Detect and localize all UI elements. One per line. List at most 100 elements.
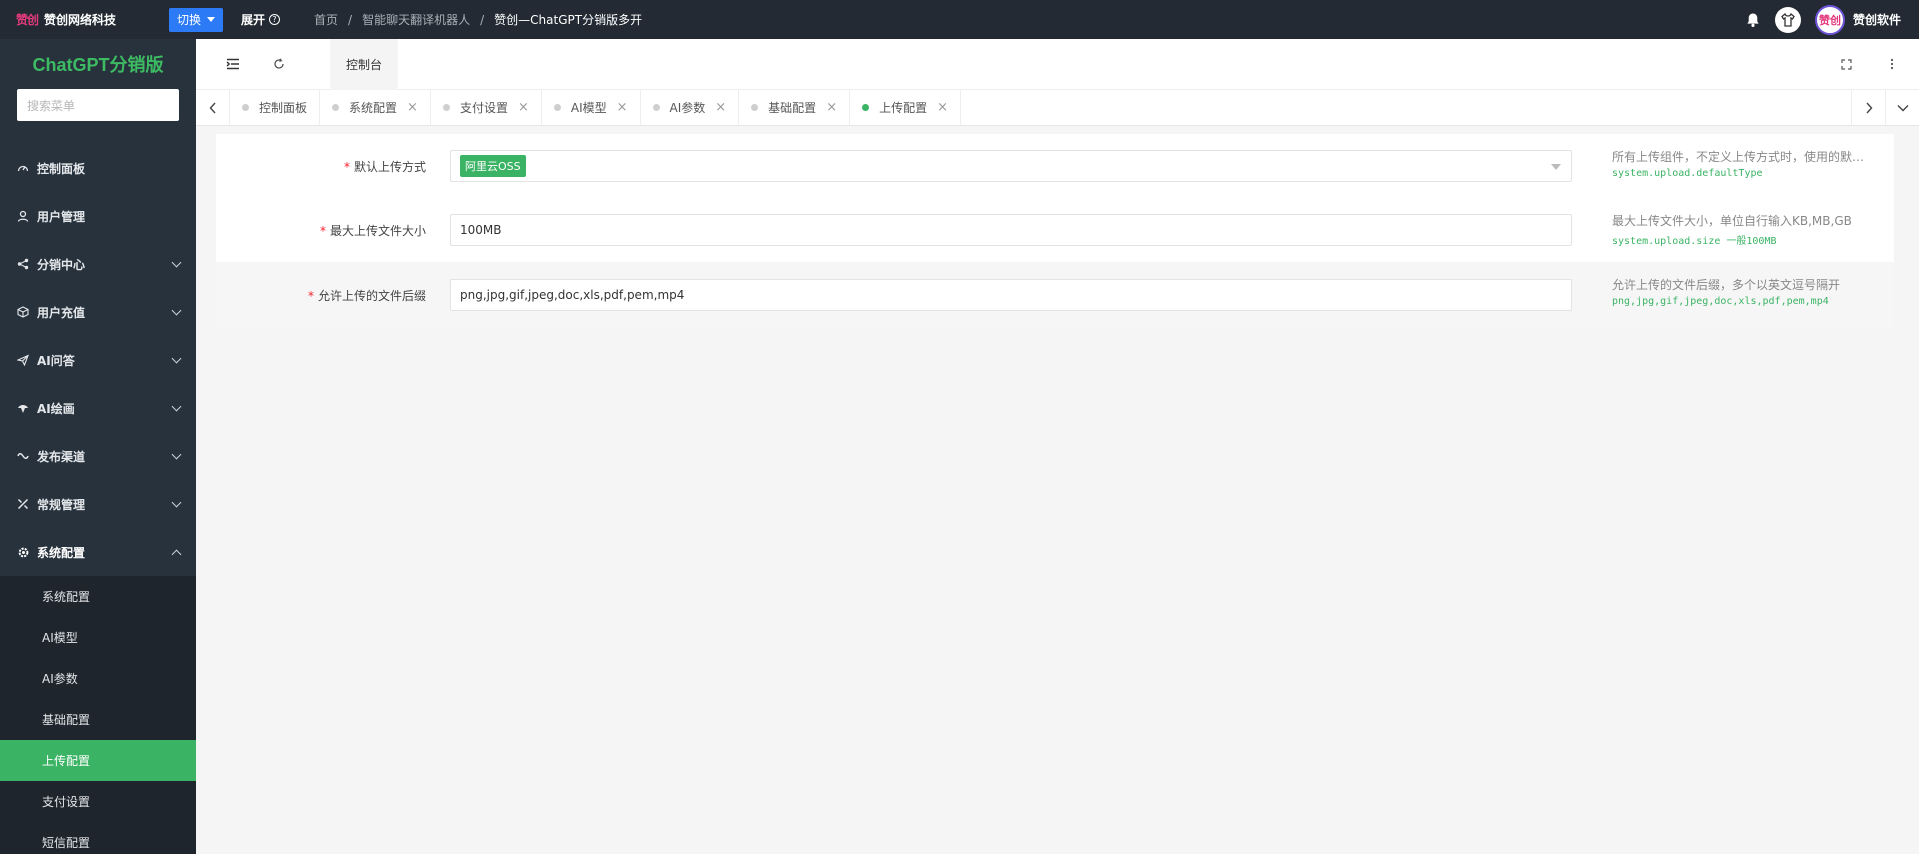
header-right-actions <box>1823 39 1919 90</box>
chevron-down-icon <box>171 305 182 316</box>
close-icon[interactable]: × <box>407 100 418 115</box>
extensions-input[interactable]: png,jpg,gif,jpeg,doc,xls,pdf,pem,mp4 <box>450 279 1572 311</box>
help-code: png,jpg,gif,jpeg,doc,xls,pdf,pem,mp4 <box>1612 296 1829 307</box>
tab-label: 基础配置 <box>768 101 817 115</box>
tab-label: AI模型 <box>570 101 607 115</box>
sidebar-item-label: 常规管理 <box>37 497 86 512</box>
refresh-button[interactable] <box>256 39 302 90</box>
required-mark: * <box>307 288 314 303</box>
console-tab[interactable]: 控制台 <box>330 38 399 90</box>
tab-label: AI参数 <box>669 101 706 115</box>
upload-config-form: * 默认上传方式 阿里云OSS 所有上传组件，不定义上传方式时，使用的默… sys… <box>216 134 1894 328</box>
required-mark: * <box>343 159 350 174</box>
sidebar-item-label: 用户充值 <box>37 305 86 320</box>
tabs-scroll-right[interactable] <box>1851 89 1885 126</box>
sidebar-menu: 控制面板 用户管理 分销中心 用户充值 AI问答 AI绘画 发布渠道 常规管理 … <box>0 144 196 854</box>
sidebar-item-system[interactable]: 系统配置 <box>0 528 196 576</box>
help-text: 最大上传文件大小，单位自行输入KB,MB,GB <box>1612 214 1852 228</box>
tab-status-dot <box>553 104 561 111</box>
switch-button[interactable]: 切换 <box>169 7 224 32</box>
tab-label: 上传配置 <box>879 101 928 115</box>
tab-payment[interactable]: 支付设置 × <box>431 89 542 126</box>
form-help: 最大上传文件大小，单位自行输入KB,MB,GB system.upload.si… <box>1612 212 1882 247</box>
more-vertical-icon <box>1890 58 1894 70</box>
help-text: 所有上传组件，不定义上传方式时，使用的默… <box>1612 150 1865 164</box>
sidebar-item-dashboard[interactable]: 控制面板 <box>0 144 196 192</box>
breadcrumb-current: 赞创—ChatGPT分销版多开 <box>494 13 643 27</box>
tab-basic-config[interactable]: 基础配置 × <box>739 89 851 126</box>
tab-list: 控制面板 系统配置 × 支付设置 × AI模型 × AI参数 × 基础配置 × <box>230 89 962 126</box>
avatar[interactable]: 赞创 <box>1814 4 1845 35</box>
sidebar-item-label: 控制面板 <box>37 161 86 176</box>
bell-icon[interactable] <box>1745 12 1761 28</box>
close-icon[interactable]: × <box>518 100 529 115</box>
help-code: system.upload.defaultType <box>1612 168 1763 179</box>
tab-ai-params[interactable]: AI参数 × <box>641 89 740 126</box>
top-right-actions: 赞创 赞创软件 <box>1745 4 1919 35</box>
help-text: 允许上传的文件后缀，多个以英文逗号隔开 <box>1612 278 1841 292</box>
tabs-scroll-left[interactable] <box>196 89 230 126</box>
selected-tag: 阿里云OSS <box>460 155 526 177</box>
tab-label: 系统配置 <box>349 101 398 115</box>
form-row-max-size: * 最大上传文件大小 100MB 最大上传文件大小，单位自行输入KB,MB,GB … <box>216 198 1894 262</box>
shirt-icon <box>1781 12 1795 27</box>
tab-upload-config[interactable]: 上传配置 × <box>850 89 962 126</box>
tab-status-dot <box>751 104 759 111</box>
tab-system-config[interactable]: 系统配置 × <box>320 89 431 126</box>
form-label-text: 最大上传文件大小 <box>329 223 426 238</box>
submenu-item-ai-model[interactable]: AI模型 <box>0 617 196 658</box>
submenu-item-system-config[interactable]: 系统配置 <box>0 576 196 617</box>
upload-type-select[interactable]: 阿里云OSS <box>450 150 1572 182</box>
sidebar-item-users[interactable]: 用户管理 <box>0 192 196 240</box>
expand-label: 展开 <box>241 13 266 27</box>
sidebar-item-ai-draw[interactable]: AI绘画 <box>0 384 196 432</box>
more-button[interactable] <box>1869 39 1915 90</box>
chevron-down-icon <box>171 497 182 508</box>
chevron-down-icon <box>171 257 182 268</box>
submenu-item-sms[interactable]: 短信配置 <box>0 822 196 854</box>
tab-status-dot <box>862 104 870 111</box>
dashboard-icon <box>16 161 30 175</box>
close-icon[interactable]: × <box>617 100 628 115</box>
tab-status-dot <box>442 104 450 111</box>
sidebar-item-label: 用户管理 <box>37 209 86 224</box>
breadcrumb-app[interactable]: 智能聊天翻译机器人 <box>362 11 470 28</box>
sidebar-item-recharge[interactable]: 用户充值 <box>0 288 196 336</box>
collapse-menu-button[interactable] <box>210 39 256 90</box>
close-icon[interactable]: × <box>826 100 837 115</box>
form-label: * 默认上传方式 <box>216 158 450 175</box>
expand-button[interactable]: 展开 ? <box>241 11 281 28</box>
gear-icon <box>16 545 30 559</box>
tab-status-dot <box>332 104 340 111</box>
submenu-item-basic-config[interactable]: 基础配置 <box>0 699 196 740</box>
submenu-item-upload-config[interactable]: 上传配置 <box>0 740 196 781</box>
close-icon[interactable]: × <box>937 100 948 115</box>
sidebar-item-distribution[interactable]: 分销中心 <box>0 240 196 288</box>
sidebar-item-general[interactable]: 常规管理 <box>0 480 196 528</box>
caret-down-icon <box>207 17 216 22</box>
main-content: * 默认上传方式 阿里云OSS 所有上传组件，不定义上传方式时，使用的默… sys… <box>196 126 1919 854</box>
sidebar-item-label: 发布渠道 <box>37 449 86 464</box>
sidebar-item-channels[interactable]: 发布渠道 <box>0 432 196 480</box>
form-label-text: 允许上传的文件后缀 <box>317 288 426 303</box>
max-size-input[interactable]: 100MB <box>450 214 1572 246</box>
submenu-item-payment[interactable]: 支付设置 <box>0 781 196 822</box>
sidebar: ChatGPT分销版 搜索菜单 控制面板 用户管理 分销中心 用户充值 AI问答 <box>0 39 196 854</box>
close-icon[interactable]: × <box>715 100 726 115</box>
breadcrumb-home[interactable]: 首页 <box>314 11 338 28</box>
tab-ai-model[interactable]: AI模型 × <box>542 89 641 126</box>
submenu-item-ai-params[interactable]: AI参数 <box>0 658 196 699</box>
send-icon <box>16 353 30 367</box>
theme-button[interactable] <box>1774 6 1801 33</box>
tab-dashboard[interactable]: 控制面板 <box>230 89 321 126</box>
tabs-dropdown[interactable] <box>1885 89 1919 126</box>
share-icon <box>16 257 30 271</box>
tools-icon <box>16 497 30 511</box>
brand[interactable]: 赞创 赞创网络科技 <box>0 11 168 28</box>
form-row-extensions: * 允许上传的文件后缀 png,jpg,gif,jpeg,doc,xls,pdf,… <box>216 262 1894 328</box>
menu-search-input[interactable]: 搜索菜单 <box>17 89 179 121</box>
user-name[interactable]: 赞创软件 <box>1853 11 1901 28</box>
required-mark: * <box>319 223 326 238</box>
fullscreen-button[interactable] <box>1823 39 1869 90</box>
sidebar-item-ai-qa[interactable]: AI问答 <box>0 336 196 384</box>
